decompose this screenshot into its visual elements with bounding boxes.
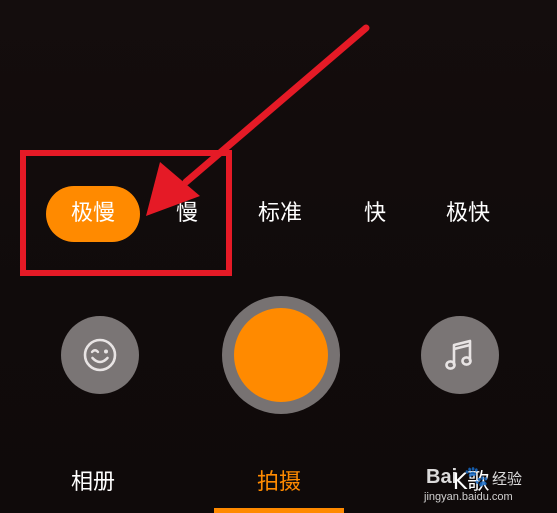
tab-shoot[interactable]: 拍摄: [248, 466, 310, 500]
active-tab-indicator: [214, 508, 344, 513]
record-button[interactable]: [222, 296, 340, 414]
annotation-arrow: [146, 24, 370, 216]
speed-option-very-slow[interactable]: 极慢: [46, 186, 140, 242]
music-note-icon: [445, 339, 472, 370]
tab-karaoke[interactable]: K歌: [440, 466, 502, 500]
speed-option-slow[interactable]: 慢: [164, 186, 210, 242]
camera-screen: 极慢 慢 标准 快 极快 相册 拍摄 K歌 Bai 🐾 经验 jingyan.b…: [0, 0, 557, 513]
speed-option-fast[interactable]: 快: [352, 186, 398, 242]
speed-option-very-fast[interactable]: 极快: [438, 186, 498, 242]
smiley-face-icon: [83, 338, 117, 372]
speed-selector: 极慢 慢 标准 快 极快: [0, 186, 557, 242]
speed-option-standard[interactable]: 标准: [250, 186, 310, 242]
effects-button[interactable]: [61, 316, 139, 394]
music-button[interactable]: [421, 316, 499, 394]
record-button-core: [234, 308, 328, 402]
tab-album[interactable]: 相册: [62, 466, 124, 500]
